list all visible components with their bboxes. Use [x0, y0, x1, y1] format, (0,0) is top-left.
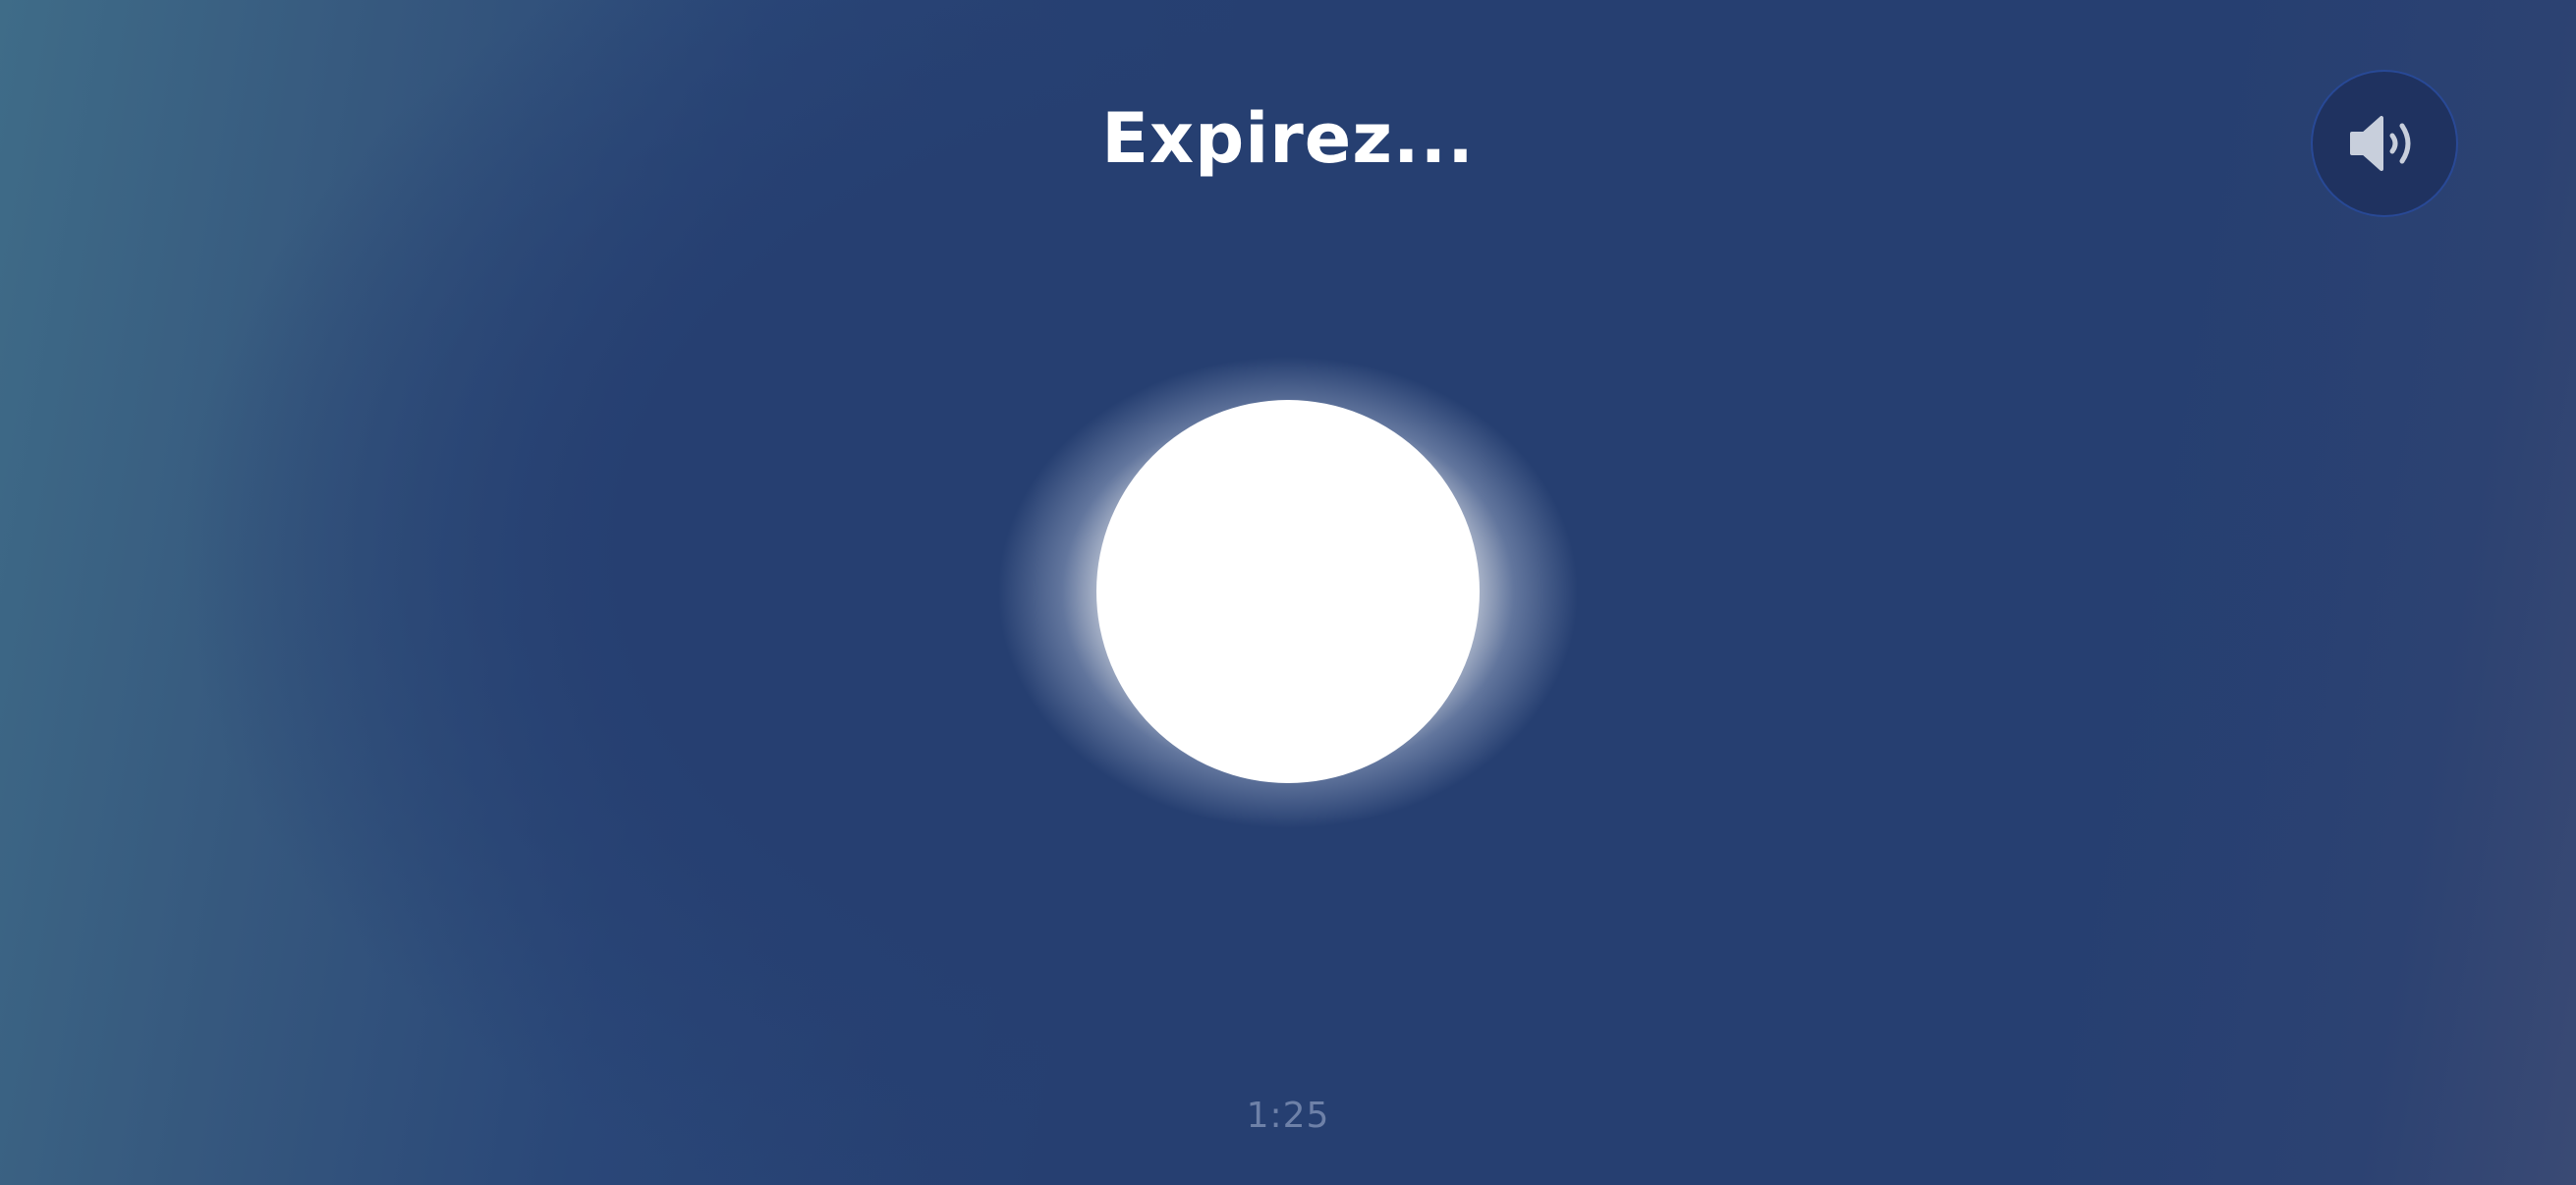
- speaker-wave-icon: [2350, 116, 2411, 171]
- breath-instruction: Expirez...: [1101, 98, 1475, 179]
- session-timer: 1:25: [1246, 1096, 1330, 1136]
- breath-circle: [1096, 400, 1480, 783]
- sound-toggle-button[interactable]: [2313, 72, 2456, 215]
